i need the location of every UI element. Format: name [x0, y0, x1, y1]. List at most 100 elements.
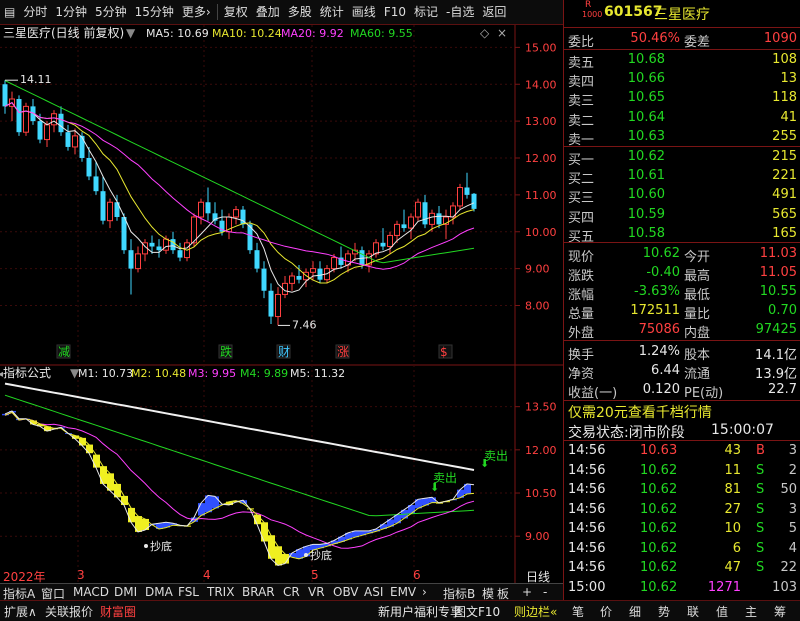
ma-legend-item: MA60: 9.55	[350, 27, 413, 40]
overlay-button[interactable]: 叠加	[252, 0, 284, 24]
nav-shi[interactable]: 势	[658, 603, 670, 620]
tick-side: S	[756, 521, 765, 536]
tab-15min[interactable]: 15分钟	[131, 0, 178, 24]
watchlist-button[interactable]: -自选	[442, 0, 478, 24]
draw-line-button[interactable]: 画线	[348, 0, 380, 24]
tick-time: 14:56	[568, 443, 606, 458]
nav-jia[interactable]: 价	[600, 603, 612, 620]
chart-title: 三星医疗(日线 前复权)	[3, 25, 124, 40]
menu-icon[interactable]: ▤	[0, 0, 19, 24]
bid-row[interactable]: 买二 10.61 221	[564, 166, 800, 187]
indicator-legend-item: M4: 9.89	[240, 367, 288, 380]
ask-row[interactable]: 卖五 10.68 108	[564, 50, 800, 71]
tab-5min[interactable]: 5分钟	[91, 0, 131, 24]
price-tick-label: 15.00	[525, 41, 557, 54]
back-button[interactable]: 返回	[478, 0, 510, 24]
tab-fsl[interactable]: FSL	[178, 585, 199, 599]
bid-label: 买三	[568, 191, 595, 207]
nav-lian[interactable]: 联	[687, 603, 699, 620]
bid-price: 10.61	[627, 168, 665, 184]
ask-label: 卖三	[568, 94, 595, 110]
bid-volume: 165	[772, 225, 797, 241]
close-icon[interactable]: ×	[497, 26, 507, 40]
tab-scroll-icon[interactable]: ›	[422, 585, 427, 599]
tick-count: 103	[772, 579, 797, 595]
nav-zhi[interactable]: 值	[716, 603, 728, 620]
bid-row[interactable]: 买三 10.60 491	[564, 185, 800, 207]
sidebar-toggle-button[interactable]: 则边栏«	[514, 603, 557, 620]
ask-volume: 13	[780, 71, 797, 87]
ask-row[interactable]: 卖二 10.64 41	[564, 108, 800, 129]
event-marker[interactable]: 跌	[218, 344, 233, 359]
tick-time: 14:56	[568, 462, 606, 478]
high-price-label: 14.11	[20, 73, 52, 86]
tick-side: S	[756, 462, 765, 478]
tab-macd[interactable]: MACD	[73, 585, 109, 599]
event-marker[interactable]: 财	[276, 344, 291, 359]
tab-more[interactable]: 更多›	[178, 0, 215, 24]
zoom-out-button[interactable]: -	[543, 585, 547, 599]
tick-volume: 47	[724, 560, 741, 575]
bid-row[interactable]: 买一 10.62 215	[564, 147, 800, 168]
indicator-title[interactable]: 指标公式	[3, 365, 51, 380]
tab-cr[interactable]: CR	[283, 585, 300, 599]
tab-dmi[interactable]: DMI	[114, 585, 137, 599]
f10-text-button[interactable]: 图文F10	[454, 603, 500, 620]
weicha-label: 委差	[684, 35, 711, 50]
tab-fenshi[interactable]: 分时	[19, 0, 51, 24]
tab-emv[interactable]: EMV	[390, 585, 416, 599]
indicator-collapse-icon[interactable]: ◂	[0, 369, 3, 380]
tab-trix[interactable]: TRIX	[207, 585, 234, 599]
related-quote-button[interactable]: 关联报价	[45, 603, 93, 620]
restore-rights-button[interactable]: 复权	[220, 0, 252, 24]
stat-row: 外盘 75086 内盘 97425	[564, 320, 800, 341]
tick-row: 14:56 10.62 10 S 5	[564, 520, 800, 538]
ask-volume: 118	[772, 90, 797, 106]
newuser-promo-link[interactable]: 新用户福利专享	[378, 603, 462, 620]
nav-xi[interactable]: 细	[629, 603, 641, 620]
tick-volume: 11	[724, 462, 741, 478]
settings-diamond-icon[interactable]: ◇	[480, 26, 490, 40]
divider	[564, 400, 800, 401]
stat-value: 6.44	[651, 363, 680, 378]
tab-obv[interactable]: OBV	[333, 585, 359, 599]
fundamental-row: 换手 1.24% 股本 14.1亿	[564, 342, 800, 363]
indicator-ribbon-bar	[261, 522, 268, 542]
tick-side: B	[756, 443, 765, 458]
wealth-circle-button[interactable]: 财富圈	[100, 603, 136, 620]
event-marker[interactable]: $	[438, 344, 453, 359]
price-tick-label: 8.00	[525, 300, 550, 313]
tab-1min[interactable]: 1分钟	[51, 0, 91, 24]
mark-button[interactable]: 标记	[410, 0, 442, 24]
tab-asi[interactable]: ASI	[364, 585, 383, 599]
level2-promo-link[interactable]: 仅需20元查看千档行情	[568, 402, 712, 422]
ma-legend-item: MA5: 10.69	[146, 27, 209, 40]
nav-zhu[interactable]: 主	[745, 603, 757, 620]
stats-button[interactable]: 统计	[316, 0, 348, 24]
multi-stock-button[interactable]: 多股	[284, 0, 316, 24]
tick-count: 3	[788, 443, 797, 458]
f10-button[interactable]: F10	[380, 0, 410, 24]
zoom-in-button[interactable]: +	[522, 585, 532, 599]
nav-bi[interactable]: 笔	[572, 603, 584, 620]
tab-brar[interactable]: BRAR	[242, 585, 275, 599]
nav-chou[interactable]: 筹	[774, 603, 786, 620]
stock-name[interactable]: 三星医疗	[654, 4, 710, 24]
bid-row[interactable]: 买四 10.59 565	[564, 205, 800, 226]
stat-value: 97425	[755, 322, 797, 337]
tab-dma[interactable]: DMA	[145, 585, 173, 599]
tick-time: 14:56	[568, 482, 606, 497]
ask-row[interactable]: 卖三 10.65 118	[564, 88, 800, 110]
event-marker[interactable]: 涨	[335, 344, 350, 359]
ask-row[interactable]: 卖一 10.63 255	[564, 127, 800, 148]
ask-row[interactable]: 卖四 10.66 13	[564, 69, 800, 90]
event-marker[interactable]: 减	[56, 344, 71, 359]
kline-chart-svg[interactable]: 15.00 14.00 13.00 12.00 11.00 10.00 9.00 8.00 13…	[0, 25, 563, 585]
tab-vr[interactable]: VR	[308, 585, 325, 599]
bid-row[interactable]: 买五 10.58 165	[564, 224, 800, 245]
candle-body	[65, 132, 71, 147]
kline-chart-area[interactable]: 15.00 14.00 13.00 12.00 11.00 10.00 9.00 8.00 13…	[0, 25, 563, 585]
expand-button[interactable]: 扩展∧	[4, 603, 37, 620]
tick-price: 10.62	[640, 579, 678, 595]
bid-volume: 221	[772, 168, 797, 184]
